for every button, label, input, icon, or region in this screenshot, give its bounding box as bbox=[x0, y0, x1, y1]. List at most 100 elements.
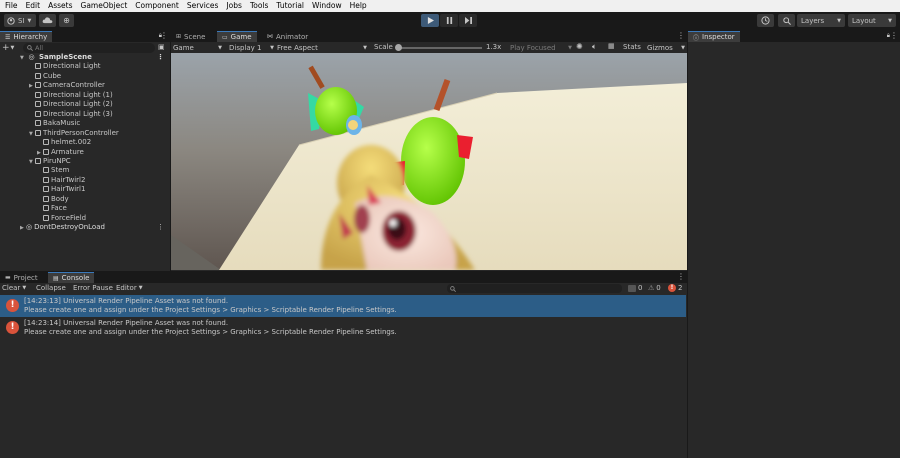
collab-button[interactable]: ⊕ bbox=[59, 14, 74, 27]
menu-item-jobs[interactable]: Jobs bbox=[226, 0, 241, 12]
layers-dropdown[interactable]: Layers ▼ bbox=[797, 14, 845, 27]
console-log-entry[interactable]: ! [14:23:13] Universal Render Pipeline As… bbox=[0, 295, 686, 317]
step-button[interactable] bbox=[459, 14, 477, 27]
gameobject-icon bbox=[35, 63, 41, 70]
display-label: Display 1 bbox=[229, 43, 262, 52]
bug-icon[interactable]: ✺ bbox=[576, 42, 583, 51]
scale-slider-handle[interactable] bbox=[395, 44, 402, 51]
hierarchy-item[interactable]: ▶ CameraController bbox=[0, 81, 170, 91]
warning-count-toggle[interactable]: ⚠ 0 bbox=[648, 284, 661, 292]
hierarchy-item[interactable]: Body bbox=[0, 195, 170, 205]
create-button[interactable]: + ▼ bbox=[2, 43, 20, 53]
scene-filter-icon[interactable]: ▣ bbox=[158, 43, 165, 51]
unity-scene-icon: ◎ bbox=[28, 53, 35, 61]
hierarchy-item[interactable]: Directional Light bbox=[0, 62, 170, 72]
kebab-menu-icon[interactable]: ⋮ bbox=[890, 31, 898, 40]
menu-item-assets[interactable]: Assets bbox=[48, 0, 72, 12]
clear-button[interactable]: Clear ▼ bbox=[2, 284, 26, 292]
pause-icon bbox=[446, 17, 452, 24]
hierarchy-item[interactable]: ▼ ThirdPersonController bbox=[0, 129, 170, 139]
aspect-dropdown[interactable]: Free Aspect ▼ bbox=[277, 42, 367, 53]
chevron-down-icon: ▼ bbox=[363, 44, 367, 51]
tab-game[interactable]: ▭ Game bbox=[217, 31, 257, 42]
gameobject-icon bbox=[35, 82, 41, 89]
hierarchy-search-input[interactable]: All bbox=[23, 43, 155, 53]
menu-item-gameobject[interactable]: GameObject bbox=[81, 0, 128, 12]
hierarchy-item-scene[interactable]: ▼ ◎ SampleScene ⋮ bbox=[0, 53, 170, 63]
hierarchy-item[interactable]: Cube bbox=[0, 72, 170, 82]
hierarchy-item[interactable]: Directional Light (1) bbox=[0, 91, 170, 101]
hierarchy-item-dontdestroy[interactable]: ▶ ◎ DontDestroyOnLoad ⋮ bbox=[0, 223, 170, 233]
tab-project[interactable]: ▬ Project bbox=[0, 272, 43, 283]
menu-item-edit[interactable]: Edit bbox=[26, 0, 41, 12]
hierarchy-item[interactable]: Directional Light (2) bbox=[0, 100, 170, 110]
tab-label: Console bbox=[61, 274, 90, 282]
mute-audio-icon[interactable]: 🔈︎ bbox=[592, 42, 597, 52]
log-count: 0 bbox=[638, 284, 643, 292]
warning-count: 0 bbox=[656, 284, 661, 292]
cloud-button[interactable] bbox=[39, 14, 56, 27]
warning-icon: ⚠ bbox=[648, 284, 655, 292]
kebab-menu-icon[interactable]: ⋮ bbox=[677, 272, 685, 281]
hierarchy-item[interactable]: ForceField bbox=[0, 214, 170, 224]
account-dropdown[interactable]: SI ▼ bbox=[4, 14, 36, 27]
hierarchy-item[interactable]: Stem bbox=[0, 166, 170, 176]
menu-item-file[interactable]: File bbox=[5, 0, 18, 12]
tab-console[interactable]: ▤ Console bbox=[48, 272, 95, 283]
game-viewport[interactable] bbox=[171, 53, 687, 270]
scale-slider-track[interactable] bbox=[397, 47, 482, 49]
hierarchy-item[interactable]: ▶ Armature bbox=[0, 148, 170, 158]
display-dropdown[interactable]: Display 1 ▼ bbox=[229, 42, 274, 53]
chevron-down-icon: ▼ bbox=[22, 285, 27, 291]
hierarchy-item[interactable]: BakaMusic bbox=[0, 119, 170, 129]
console-log-entry[interactable]: ! [14:23:14] Universal Render Pipeline As… bbox=[0, 317, 686, 339]
kebab-menu-icon[interactable]: ⋮ bbox=[157, 223, 164, 233]
collapse-toggle[interactable]: Collapse bbox=[36, 284, 66, 292]
hierarchy-tree: ▼ ◎ SampleScene ⋮ Directional Light Cube ▶… bbox=[0, 53, 170, 263]
error-pause-toggle[interactable]: Error Pause bbox=[73, 284, 113, 292]
tab-hierarchy[interactable]: ☰ Hierarchy bbox=[0, 31, 53, 42]
error-icon: ! bbox=[668, 284, 676, 292]
menu-item-component[interactable]: Component bbox=[135, 0, 179, 12]
menu-item-services[interactable]: Services bbox=[187, 0, 219, 12]
hierarchy-item[interactable]: HairTwirl1 bbox=[0, 185, 170, 195]
gizmos-dropdown[interactable]: Gizmos ▼ bbox=[647, 42, 685, 53]
unity-scene-icon: ◎ bbox=[26, 223, 33, 232]
chevron-down-icon: ▼ bbox=[888, 17, 892, 24]
search-button[interactable] bbox=[778, 14, 795, 27]
bottom-tabbar: ▬ Project ▤ Console ⋮ bbox=[0, 272, 687, 283]
menu-item-tools[interactable]: Tools bbox=[250, 0, 268, 12]
layout-label: Layout bbox=[852, 16, 876, 25]
editor-dropdown[interactable]: Editor ▼ bbox=[116, 284, 143, 292]
log-line-1: [14:23:14] Universal Render Pipeline Ass… bbox=[24, 319, 229, 327]
play-focused-dropdown[interactable]: Play Focused ▼ bbox=[510, 42, 572, 53]
tab-inspector[interactable]: ⓘ Inspector bbox=[688, 31, 740, 42]
log-count-toggle[interactable]: 0 bbox=[628, 284, 642, 292]
tab-scene[interactable]: ⊞ Scene bbox=[171, 31, 210, 42]
log-text: [14:23:14] Universal Render Pipeline Ass… bbox=[24, 319, 397, 337]
hierarchy-item[interactable]: helmet.002 bbox=[0, 138, 170, 148]
hierarchy-item[interactable]: ▼ PiruNPC bbox=[0, 157, 170, 167]
shortcut-icon[interactable]: ▦ bbox=[608, 42, 615, 50]
hierarchy-item[interactable]: HairTwirl2 bbox=[0, 176, 170, 186]
console-log-list: ! [14:23:13] Universal Render Pipeline As… bbox=[0, 295, 687, 458]
hierarchy-item-label: Directional Light (3) bbox=[43, 109, 113, 118]
tab-animator[interactable]: ⋈ Animator bbox=[262, 31, 313, 42]
kebab-menu-icon[interactable]: ⋮ bbox=[157, 53, 164, 63]
menu-item-tutorial[interactable]: Tutorial bbox=[276, 0, 304, 12]
stats-button[interactable]: Stats bbox=[623, 43, 641, 51]
kebab-menu-icon[interactable]: ⋮ bbox=[160, 31, 168, 40]
console-search-input[interactable] bbox=[447, 284, 622, 293]
layout-dropdown[interactable]: Layout ▼ bbox=[848, 14, 896, 27]
error-count-toggle[interactable]: ! 2 bbox=[668, 284, 682, 292]
menu-item-window[interactable]: Window bbox=[312, 0, 342, 12]
pause-button[interactable] bbox=[440, 14, 458, 27]
step-icon bbox=[464, 17, 472, 24]
kebab-menu-icon[interactable]: ⋮ bbox=[677, 31, 685, 40]
play-button[interactable] bbox=[421, 14, 439, 27]
history-button[interactable] bbox=[757, 14, 774, 27]
menu-item-help[interactable]: Help bbox=[350, 0, 367, 12]
hierarchy-item[interactable]: Directional Light (3) bbox=[0, 110, 170, 120]
game-mode-dropdown[interactable]: Game ▼ bbox=[173, 42, 225, 53]
hierarchy-item[interactable]: Face bbox=[0, 204, 170, 214]
